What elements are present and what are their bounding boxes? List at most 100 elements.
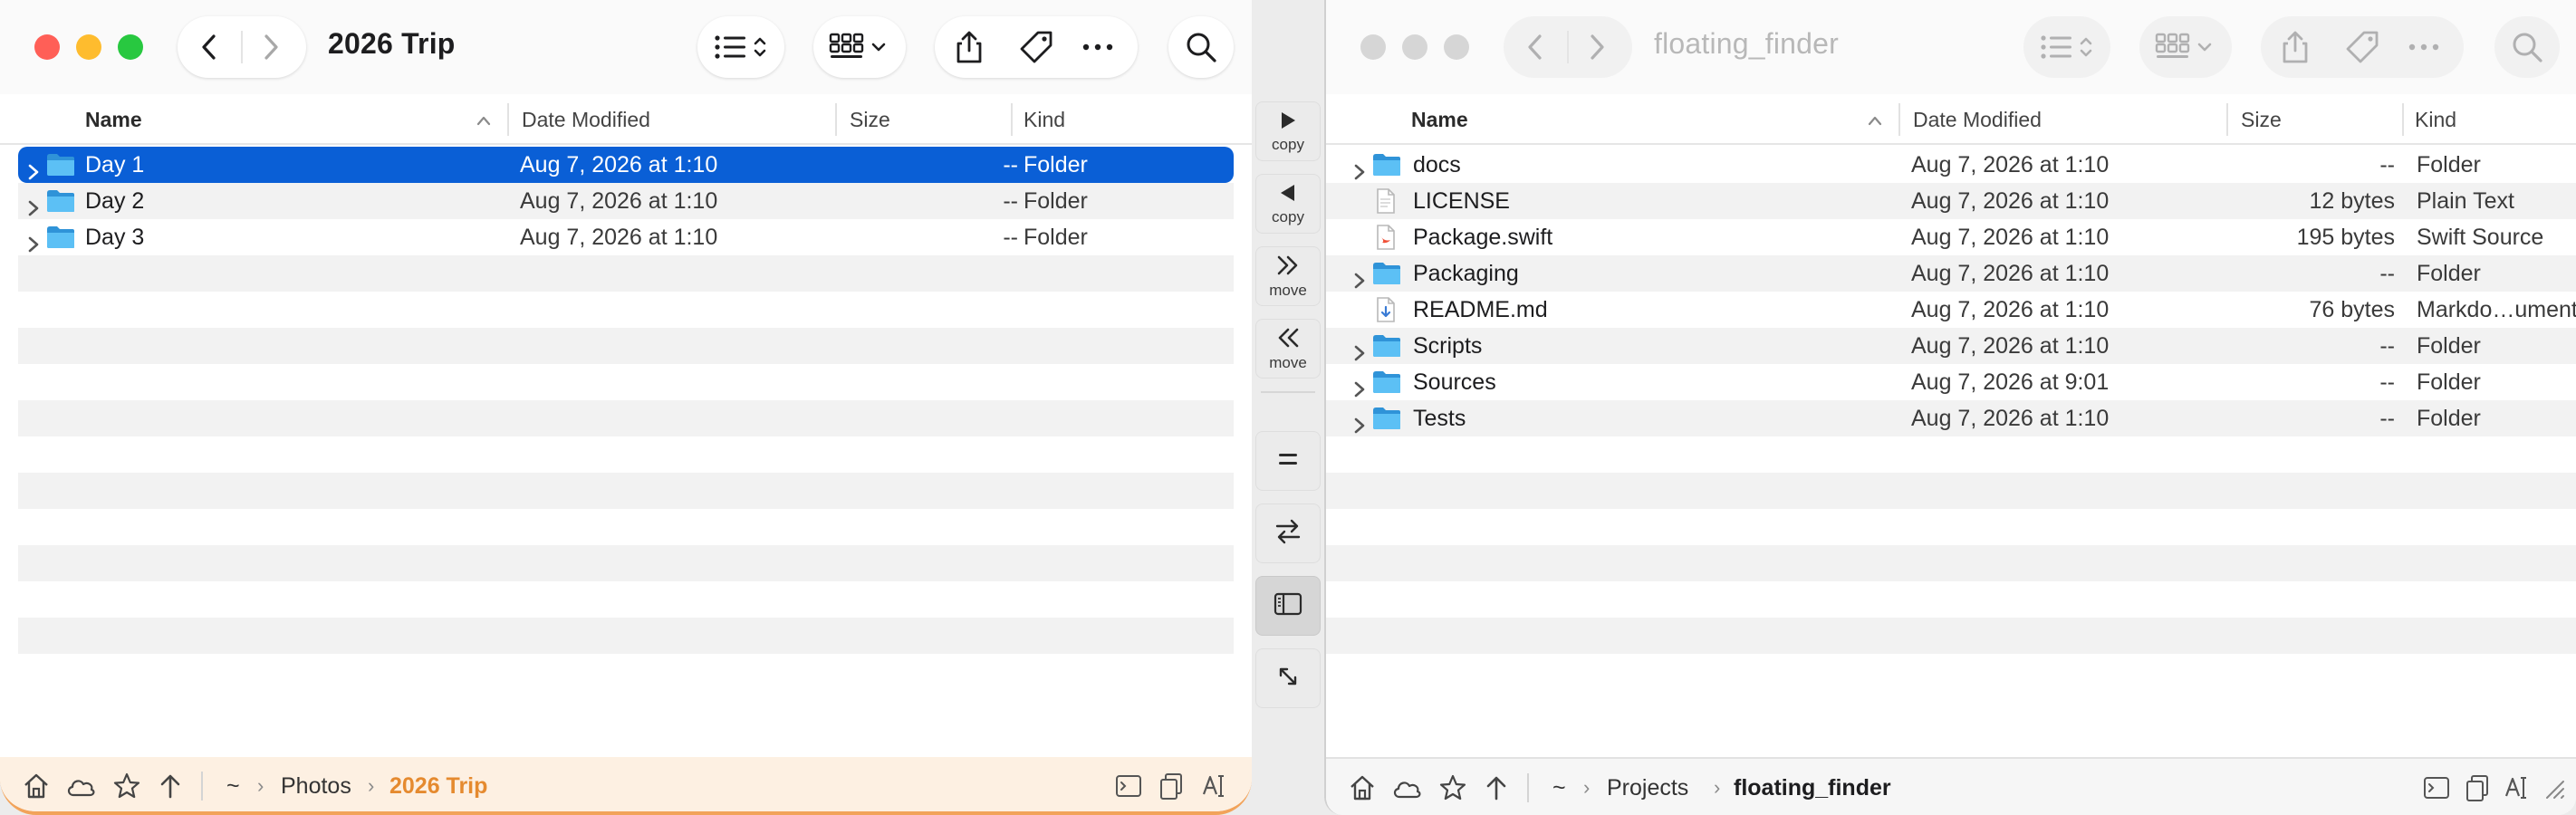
file-row[interactable]: Day 3 Aug 7, 2026 at 1:10 -- Folder xyxy=(18,219,1234,255)
empty-row xyxy=(1326,509,2576,545)
path-current[interactable]: floating_finder xyxy=(1734,759,1891,815)
empty-row xyxy=(18,364,1234,400)
copy-path-icon[interactable] xyxy=(2464,770,2491,806)
share-icon[interactable] xyxy=(953,29,985,65)
file-size: -- xyxy=(1003,225,1018,250)
path-parent[interactable]: Photos xyxy=(281,757,351,811)
file-row[interactable]: Day 1 Aug 7, 2026 at 1:10 -- Folder xyxy=(18,147,1234,183)
file-row[interactable]: Scripts Aug 7, 2026 at 1:10 -- Folder xyxy=(1326,328,2576,364)
rename-icon[interactable] xyxy=(2504,770,2533,806)
zoom-button[interactable] xyxy=(118,34,143,60)
sort-ascending-icon[interactable] xyxy=(475,110,493,135)
file-row[interactable]: LICENSE Aug 7, 2026 at 1:10 12 bytes Plain … xyxy=(1326,183,2576,219)
file-row[interactable]: Tests Aug 7, 2026 at 1:10 -- Folder xyxy=(1326,400,2576,436)
path-root[interactable]: ~ xyxy=(226,757,240,811)
home-icon[interactable] xyxy=(1348,770,1377,806)
file-row[interactable]: Package.swift Aug 7, 2026 at 1:10 195 byte… xyxy=(1326,219,2576,255)
share-icon[interactable] xyxy=(2279,29,2312,65)
size-column-header[interactable]: Size xyxy=(2241,94,2282,145)
forward-icon[interactable] xyxy=(259,33,283,62)
list-view-button[interactable] xyxy=(2023,16,2110,78)
forward-icon[interactable] xyxy=(1585,33,1609,62)
column-header: Name Date Modified Size Kind xyxy=(1326,94,2576,145)
back-icon[interactable] xyxy=(197,33,221,62)
date-modified: Aug 7, 2026 at 1:10 xyxy=(1911,297,2110,322)
kind-column-header[interactable]: Kind xyxy=(1024,94,1065,145)
grid-icon xyxy=(828,32,891,62)
file-row[interactable]: Packaging Aug 7, 2026 at 1:10 -- Folder xyxy=(1326,255,2576,292)
file-name: README.md xyxy=(1413,297,1548,322)
date-modified: Aug 7, 2026 at 1:10 xyxy=(1911,333,2110,359)
move-left-button[interactable]: move xyxy=(1255,319,1321,379)
name-column-header[interactable]: Name xyxy=(1411,94,1468,145)
size-column-header[interactable]: Size xyxy=(850,94,890,145)
equalize-button[interactable] xyxy=(1255,431,1321,491)
group-by-button[interactable] xyxy=(2139,16,2232,78)
date-modified: Aug 7, 2026 at 1:10 xyxy=(1911,225,2110,250)
file-row[interactable]: Day 2 Aug 7, 2026 at 1:10 -- Folder xyxy=(18,183,1234,219)
file-kind: Folder xyxy=(2417,369,2481,395)
date-column-header[interactable]: Date Modified xyxy=(1913,94,2042,145)
star-icon[interactable] xyxy=(112,768,141,804)
resize-button[interactable] xyxy=(1255,648,1321,708)
cloud-icon[interactable] xyxy=(1391,770,1422,806)
group-by-button[interactable] xyxy=(813,16,906,78)
file-size: -- xyxy=(2379,333,2395,359)
close-button[interactable] xyxy=(1360,34,1386,60)
copy-path-icon[interactable] xyxy=(1158,768,1185,804)
play-right-icon xyxy=(1277,110,1299,135)
file-kind: Plain Text xyxy=(2417,188,2514,214)
terminal-icon[interactable] xyxy=(2422,770,2451,806)
path-current[interactable]: 2026 Trip xyxy=(389,757,487,811)
file-row[interactable]: docs Aug 7, 2026 at 1:10 -- Folder xyxy=(1326,147,2576,183)
tag-icon[interactable] xyxy=(1018,29,1054,65)
resize-grip-icon[interactable] xyxy=(2540,770,2567,806)
empty-row xyxy=(1326,545,2576,581)
sort-ascending-icon[interactable] xyxy=(1866,110,1884,135)
file-kind: Folder xyxy=(2417,261,2481,286)
more-icon[interactable] xyxy=(1081,38,1114,56)
copy-right-button[interactable]: copy xyxy=(1255,101,1321,161)
cloud-icon[interactable] xyxy=(65,768,96,804)
file-row[interactable]: Sources Aug 7, 2026 at 9:01 -- Folder xyxy=(1326,364,2576,400)
empty-row xyxy=(1326,581,2576,618)
more-icon[interactable] xyxy=(2408,38,2440,56)
path-root[interactable]: ~ xyxy=(1552,759,1566,815)
back-icon[interactable] xyxy=(1523,33,1547,62)
empty-row xyxy=(18,618,1234,654)
search-button[interactable] xyxy=(1168,16,1234,78)
file-size: 195 bytes xyxy=(2296,225,2395,250)
list-view-button[interactable] xyxy=(697,16,784,78)
empty-row xyxy=(18,328,1234,364)
rename-icon[interactable] xyxy=(1201,768,1230,804)
close-button[interactable] xyxy=(34,34,60,60)
window-title: floating_finder xyxy=(1654,27,1840,60)
up-arrow-icon[interactable] xyxy=(1484,770,1509,806)
empty-row xyxy=(1326,473,2576,509)
kind-column-header[interactable]: Kind xyxy=(2415,94,2456,145)
copy-right-label: copy xyxy=(1272,135,1304,153)
date-modified: Aug 7, 2026 at 1:10 xyxy=(1911,261,2110,286)
minimize-button[interactable] xyxy=(1402,34,1427,60)
right-toolbar: floating_finder xyxy=(1326,0,2576,94)
minimize-button[interactable] xyxy=(76,34,101,60)
move-right-button[interactable]: move xyxy=(1255,246,1321,306)
file-size: -- xyxy=(2379,261,2395,286)
zoom-button[interactable] xyxy=(1444,34,1469,60)
name-column-header[interactable]: Name xyxy=(85,94,142,145)
search-button[interactable] xyxy=(2494,16,2560,78)
date-column-header[interactable]: Date Modified xyxy=(522,94,650,145)
home-icon[interactable] xyxy=(22,768,51,804)
diagonal-arrows-icon xyxy=(1275,664,1301,694)
tag-icon[interactable] xyxy=(2344,29,2380,65)
file-kind: Folder xyxy=(1024,188,1088,214)
up-arrow-icon[interactable] xyxy=(158,768,183,804)
date-modified: Aug 7, 2026 at 1:10 xyxy=(520,188,718,214)
swap-panes-button[interactable] xyxy=(1255,503,1321,563)
path-parent[interactable]: Projects xyxy=(1607,759,1688,815)
terminal-icon[interactable] xyxy=(1114,768,1143,804)
star-icon[interactable] xyxy=(1438,770,1467,806)
file-row[interactable]: README.md Aug 7, 2026 at 1:10 76 bytes Mark… xyxy=(1326,292,2576,328)
sidebar-toggle-button[interactable] xyxy=(1255,576,1321,636)
copy-left-button[interactable]: copy xyxy=(1255,174,1321,234)
